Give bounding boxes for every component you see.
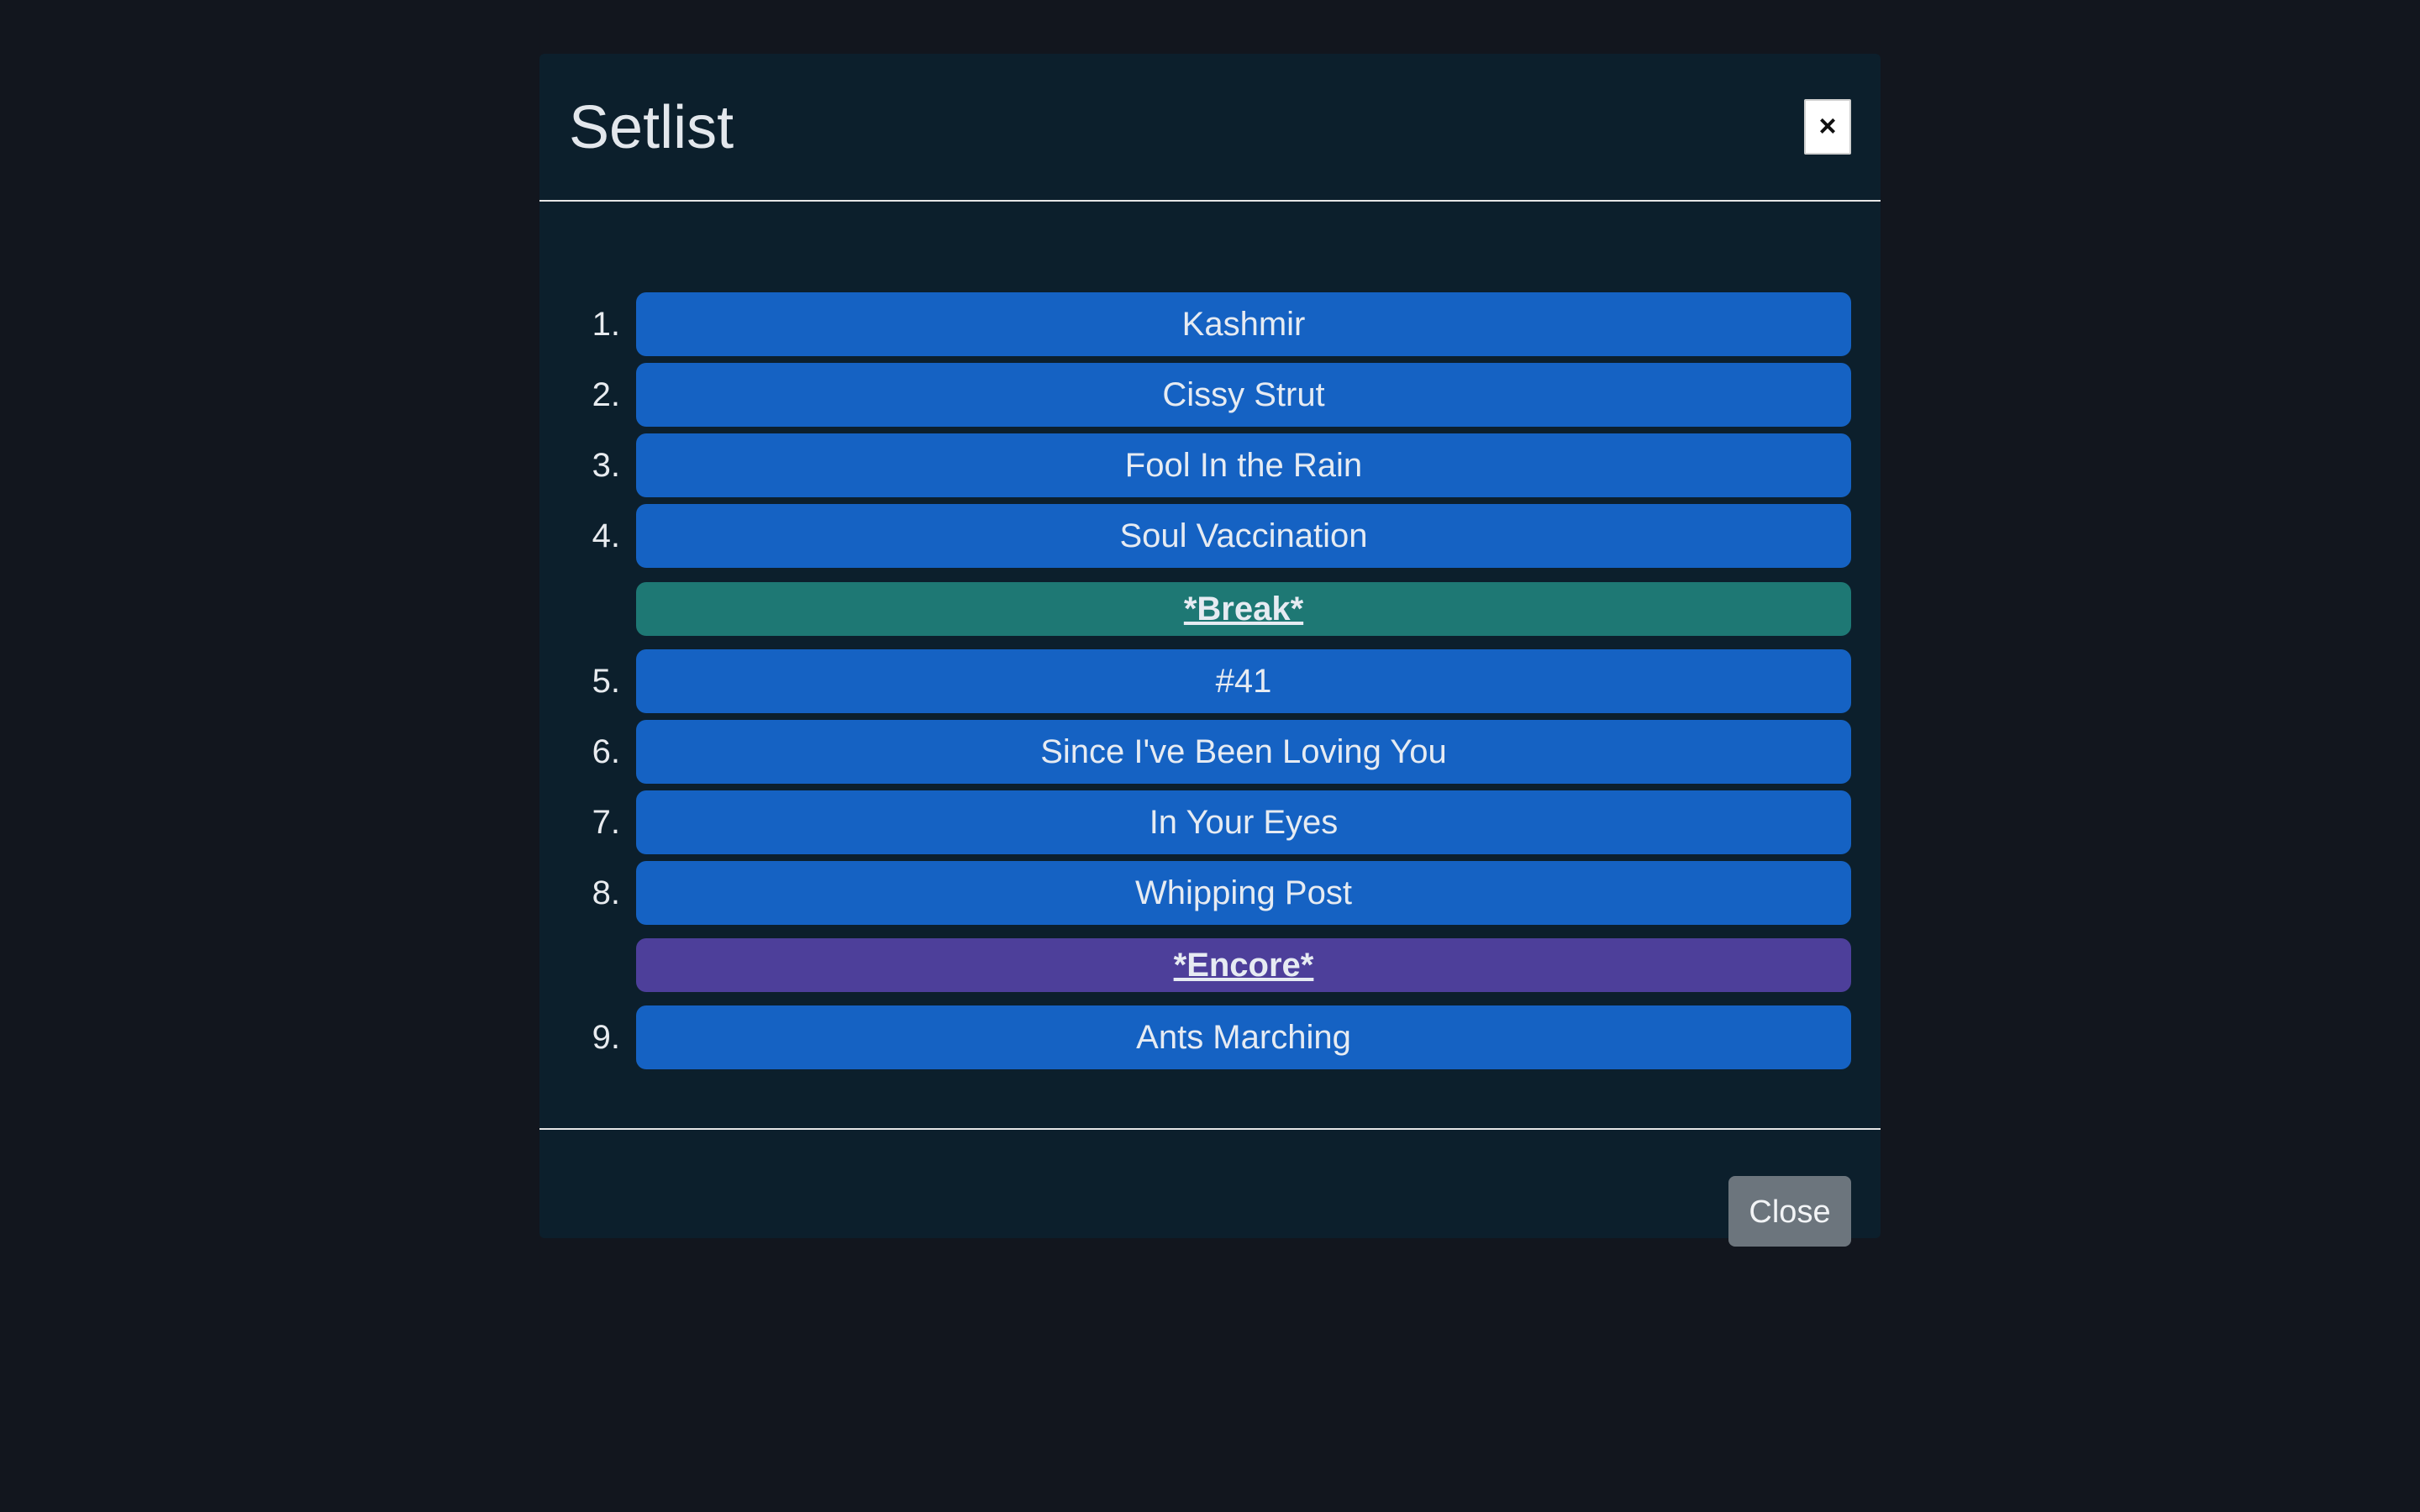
modal-title: Setlist: [569, 94, 734, 161]
song-button[interactable]: Whipping Post: [636, 861, 1851, 925]
song-number: 3.: [592, 447, 620, 484]
song-number: 8.: [592, 874, 620, 911]
song-number: 9.: [592, 1019, 620, 1056]
song-number: 7.: [592, 804, 620, 841]
encore-marker[interactable]: *Encore*: [636, 938, 1851, 992]
close-button[interactable]: Close: [1728, 1176, 1851, 1247]
song-button[interactable]: Ants Marching: [636, 1005, 1851, 1069]
modal-footer: Close: [539, 1128, 1881, 1247]
song-number: 4.: [592, 517, 620, 554]
song-button[interactable]: #41: [636, 649, 1851, 713]
song-button[interactable]: Kashmir: [636, 292, 1851, 356]
song-number: 2.: [592, 376, 620, 413]
song-button[interactable]: Since I've Been Loving You: [636, 720, 1851, 784]
song-button[interactable]: In Your Eyes: [636, 790, 1851, 854]
setlist-body: 1. Kashmir 2. Cissy Strut 3. Fool In the…: [539, 203, 1881, 1127]
song-button[interactable]: Soul Vaccination: [636, 504, 1851, 568]
break-marker[interactable]: *Break*: [636, 582, 1851, 636]
song-number: 1.: [592, 306, 620, 343]
setlist-modal: Setlist × 1. Kashmir 2. Cissy Strut 3. F…: [539, 54, 1881, 1247]
modal-header: Setlist ×: [539, 54, 1881, 202]
close-icon[interactable]: ×: [1804, 99, 1851, 155]
song-number: 5.: [592, 663, 620, 700]
song-button[interactable]: Cissy Strut: [636, 363, 1851, 427]
song-number: 6.: [592, 733, 620, 770]
song-button[interactable]: Fool In the Rain: [636, 433, 1851, 497]
